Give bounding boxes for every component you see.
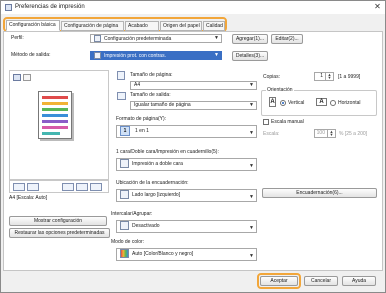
- ok-button[interactable]: Aceptar: [260, 276, 298, 286]
- duplex-view-icon[interactable]: [90, 183, 102, 191]
- chevron-down-icon: ▼: [249, 82, 254, 88]
- output-method-label: Método de salida:: [11, 52, 51, 58]
- profile-icon: [94, 35, 101, 42]
- output-method-value: Impresión prot. con contras.: [104, 52, 166, 59]
- page-size-label: Tamaño de página:: [130, 72, 173, 78]
- page-layout-icon: 1: [120, 126, 130, 136]
- chevron-down-icon: ▼: [249, 163, 254, 169]
- scale-range: % [25 a 200]: [339, 131, 368, 137]
- chevron-down-icon: ▼: [249, 225, 254, 231]
- duplex-select[interactable]: Impresión a doble cara ▼: [116, 158, 257, 171]
- output-method-select[interactable]: Impresión prot. con contras. ▼: [90, 51, 222, 60]
- profile-value: Configuración predeterminada: [104, 35, 172, 42]
- printer-app-icon: [5, 4, 12, 11]
- chevron-down-icon: ▼: [214, 52, 219, 58]
- chevron-down-icon: ▼: [249, 194, 254, 200]
- duplex-icon: [120, 159, 129, 169]
- preview-toolbar: [9, 180, 109, 193]
- chevron-down-icon: ▼: [214, 35, 219, 41]
- output-size-icon: [117, 92, 126, 100]
- landscape-icon: A: [316, 98, 327, 106]
- color-mode-label: Modo de color:: [111, 239, 145, 245]
- chevron-down-icon: ▼: [249, 130, 254, 136]
- scale-label: Escala:: [263, 131, 280, 137]
- color-mode-select[interactable]: Auto [Color/Blanco y negro] ▼: [116, 248, 257, 261]
- output-size-select[interactable]: Igualar tamaño de página ▼: [130, 101, 257, 110]
- printer-view-icon[interactable]: [23, 74, 31, 81]
- lock-print-icon: [94, 52, 101, 59]
- page-layout-select[interactable]: 1 1 en 1 ▼: [116, 125, 257, 138]
- collate-icon: [120, 221, 129, 231]
- duplex-label: 1 cara/Doble cara/Impresión en cuadernil…: [116, 149, 219, 155]
- add-profile-button[interactable]: Agregar(1)...: [232, 34, 268, 44]
- edit-profile-button[interactable]: Editar(2)...: [271, 34, 303, 44]
- duplex-value: Impresión a doble cara: [132, 161, 183, 167]
- tab-quality[interactable]: Calidad: [203, 21, 225, 31]
- portrait-icon: A: [269, 97, 276, 107]
- tab-finishing[interactable]: Acabado: [125, 21, 159, 31]
- collate-select[interactable]: Desactivado ▼: [116, 220, 257, 233]
- orientation-vertical-label: Vertical: [288, 100, 305, 106]
- collate-label: Intercalar/Agrupar:: [111, 211, 153, 217]
- scale-value: 100: [316, 130, 325, 136]
- page-layout-label: Formato de página(Y):: [116, 116, 167, 122]
- help-button[interactable]: Ayuda: [342, 276, 376, 286]
- window-title: Preferencias de impresión: [15, 4, 85, 10]
- output-size-value: Igualar tamaño de página: [134, 102, 191, 108]
- copies-spinner[interactable]: 1 ▲ ▼: [314, 72, 334, 81]
- page-size-icon: [117, 71, 125, 80]
- binding-view-icon[interactable]: [27, 183, 39, 191]
- output-size-label: Tamaño de salida:: [130, 92, 171, 98]
- preview-pane: [9, 70, 109, 180]
- profile-label: Perfil:: [11, 35, 24, 41]
- tab-basic-settings[interactable]: Configuración básica: [6, 20, 60, 31]
- orientation-horizontal-label: Horizontal: [338, 100, 361, 106]
- orientation-vertical-radio[interactable]: [280, 100, 286, 106]
- page-layout-value: 1 en 1: [135, 128, 149, 134]
- settings-panel: Perfil: Configuración predeterminada ▼ A…: [3, 31, 383, 271]
- manual-scaling-label: Escala manual: [271, 119, 304, 125]
- profile-select[interactable]: Configuración predeterminada ▼: [90, 34, 222, 43]
- spinner-arrows-icon[interactable]: ▲ ▼: [325, 73, 333, 80]
- tab-page-setup[interactable]: Configuración de página: [61, 21, 124, 31]
- binding-button[interactable]: Encuadernación(6)...: [262, 188, 377, 198]
- scale-spinner[interactable]: 100 ▲ ▼: [314, 129, 336, 138]
- copies-range: [1 a 9999]: [338, 74, 361, 80]
- collate-value: Desactivado: [132, 223, 160, 229]
- tab-strip: Configuración básica Configuración de pá…: [3, 17, 227, 32]
- booklet-view-icon[interactable]: [76, 183, 88, 191]
- color-mode-icon: [120, 249, 129, 259]
- copies-label: Copias:: [263, 74, 280, 80]
- layout-view-icon[interactable]: [62, 183, 74, 191]
- binding-location-value: Lado largo [izquierdo]: [132, 192, 181, 198]
- binding-icon: [120, 190, 129, 200]
- orientation-horizontal-radio[interactable]: [330, 100, 336, 106]
- binding-location-select[interactable]: Lado largo [izquierdo] ▼: [116, 189, 257, 202]
- page-preview-image: [38, 91, 72, 139]
- close-icon[interactable]: ✕: [373, 3, 382, 11]
- page-size-view-icon[interactable]: [13, 183, 25, 191]
- details-button[interactable]: Detalles(3)...: [232, 51, 268, 61]
- title-bar: Preferencias de impresión ✕: [1, 1, 385, 14]
- preview-mode-icon[interactable]: [13, 74, 21, 81]
- page-size-value: A4: [134, 82, 141, 88]
- tab-paper-source[interactable]: Origen del papel: [160, 21, 202, 31]
- color-mode-value: Auto [Color/Blanco y negro]: [132, 251, 194, 257]
- spinner-arrows-icon[interactable]: ▲ ▼: [327, 130, 335, 137]
- page-size-select[interactable]: A4 ▼: [130, 81, 257, 90]
- preview-caption: A4 [Escala: Auto]: [9, 195, 48, 201]
- restore-defaults-button[interactable]: Restaurar las opciones predeterminadas: [9, 228, 110, 238]
- show-settings-button[interactable]: Mostrar configuración: [9, 216, 107, 226]
- orientation-label: Orientación: [266, 87, 294, 93]
- cancel-button[interactable]: Cancelar: [304, 276, 338, 286]
- print-preferences-window: Preferencias de impresión ✕ Configuració…: [0, 0, 386, 293]
- copies-value: 1: [320, 73, 323, 79]
- binding-location-label: Ubicación de la encuadernación:: [116, 180, 189, 186]
- chevron-down-icon: ▼: [249, 253, 254, 259]
- manual-scaling-checkbox[interactable]: [263, 119, 269, 125]
- chevron-down-icon: ▼: [249, 102, 254, 108]
